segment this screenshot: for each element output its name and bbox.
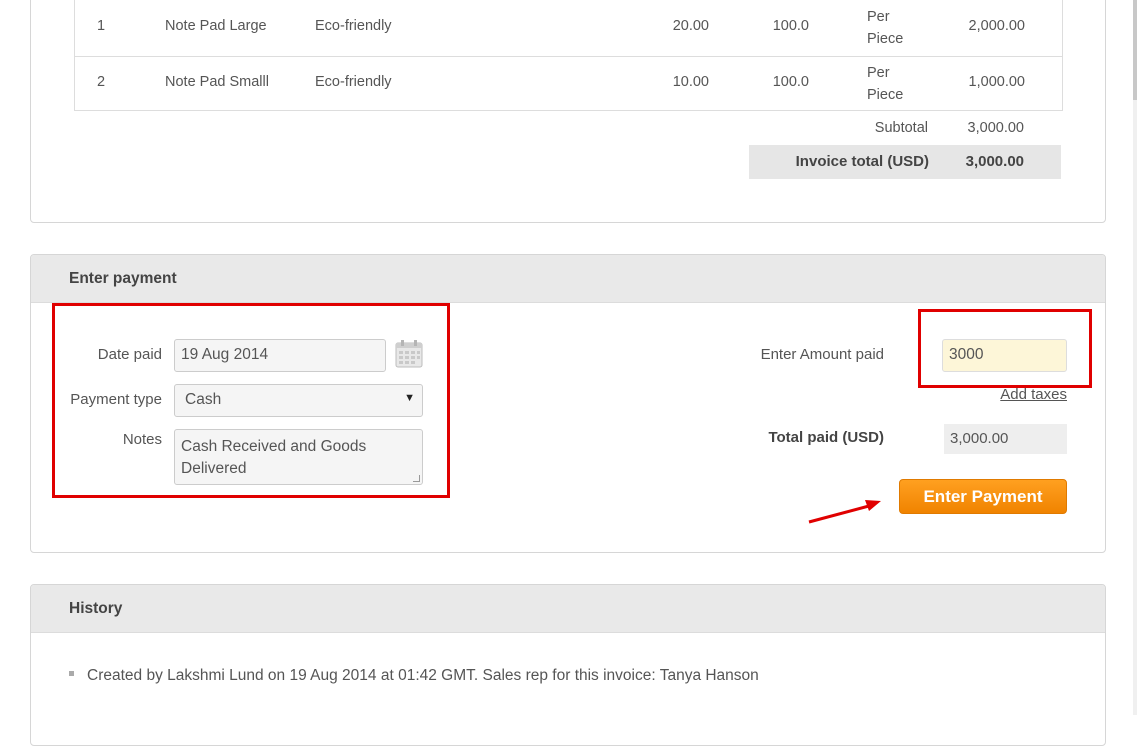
item-price: 100.0: [772, 18, 809, 34]
item-price: 100.0: [772, 74, 809, 90]
payment-panel-header: Enter payment: [31, 255, 1105, 303]
item-total: 2,000.00: [968, 18, 1025, 34]
payment-type-select[interactable]: Cash ▼: [174, 384, 423, 417]
resize-handle-icon[interactable]: [413, 475, 420, 482]
history-entry-text: Created by Lakshmi Lund on 19 Aug 2014 a…: [87, 667, 759, 684]
date-paid-label: Date paid: [97, 346, 162, 363]
scrollbar[interactable]: [1133, 0, 1137, 715]
payment-type-value: Cash: [185, 391, 222, 408]
list-item: Created by Lakshmi Lund on 19 Aug 2014 a…: [69, 667, 759, 685]
enter-payment-button[interactable]: Enter Payment: [899, 479, 1067, 514]
payment-panel-title: Enter payment: [69, 270, 177, 287]
item-unit: Per Piece: [867, 62, 927, 106]
notes-label: Notes: [122, 431, 162, 448]
invoice-total-label: Invoice total (USD): [795, 153, 929, 170]
subtotal-value: 3,000.00: [967, 120, 1024, 136]
item-unit-line2: Piece: [867, 31, 904, 47]
item-unit-line2: Piece: [867, 87, 904, 103]
total-paid-value: 3,000.00: [944, 424, 1067, 454]
table-row: 2 Note Pad Smalll Eco-friendly 10.00 100…: [75, 56, 1062, 110]
invoice-total-value: 3,000.00: [965, 153, 1024, 170]
item-unit-line1: Per: [867, 9, 890, 25]
invoice-total-bar: Invoice total (USD) 3,000.00: [749, 145, 1061, 179]
history-panel-title: History: [69, 600, 123, 617]
item-description: Eco-friendly: [315, 74, 392, 90]
notes-textarea[interactable]: Cash Received and Goods Delivered: [174, 429, 423, 485]
item-description: Eco-friendly: [315, 18, 392, 34]
item-name: Note Pad Smalll: [165, 74, 269, 90]
item-number: 1: [97, 18, 106, 34]
amount-paid-input[interactable]: 3000: [942, 339, 1067, 372]
add-taxes-link[interactable]: Add taxes: [960, 386, 1067, 403]
calendar-icon[interactable]: [395, 340, 423, 368]
item-quantity: 20.00: [672, 18, 709, 34]
date-paid-input[interactable]: 19 Aug 2014: [174, 339, 386, 372]
notes-value: Cash Received and Goods Delivered: [181, 438, 367, 477]
total-paid-label: Total paid (USD): [768, 429, 884, 446]
item-total: 1,000.00: [968, 74, 1025, 90]
item-quantity: 10.00: [672, 74, 709, 90]
table-row: 1 Note Pad Large Eco-friendly 20.00 100.…: [75, 0, 1062, 57]
item-number: 2: [97, 74, 106, 90]
history-panel: History Created by Lakshmi Lund on 19 Au…: [30, 584, 1106, 746]
scrollbar-thumb[interactable]: [1133, 0, 1137, 100]
history-panel-header: History: [31, 585, 1105, 633]
arrow-icon: [808, 500, 881, 524]
payment-type-label: Payment type: [70, 391, 162, 408]
item-unit-line1: Per: [867, 65, 890, 81]
caret-down-icon: ▼: [404, 392, 415, 404]
subtotal-label: Subtotal: [874, 120, 928, 136]
item-unit: Per Piece: [867, 6, 927, 50]
item-name: Note Pad Large: [165, 18, 267, 34]
amount-paid-label: Enter Amount paid: [760, 346, 884, 363]
bullet-icon: [69, 671, 74, 677]
invoice-items-table: 1 Note Pad Large Eco-friendly 20.00 100.…: [74, 0, 1063, 111]
